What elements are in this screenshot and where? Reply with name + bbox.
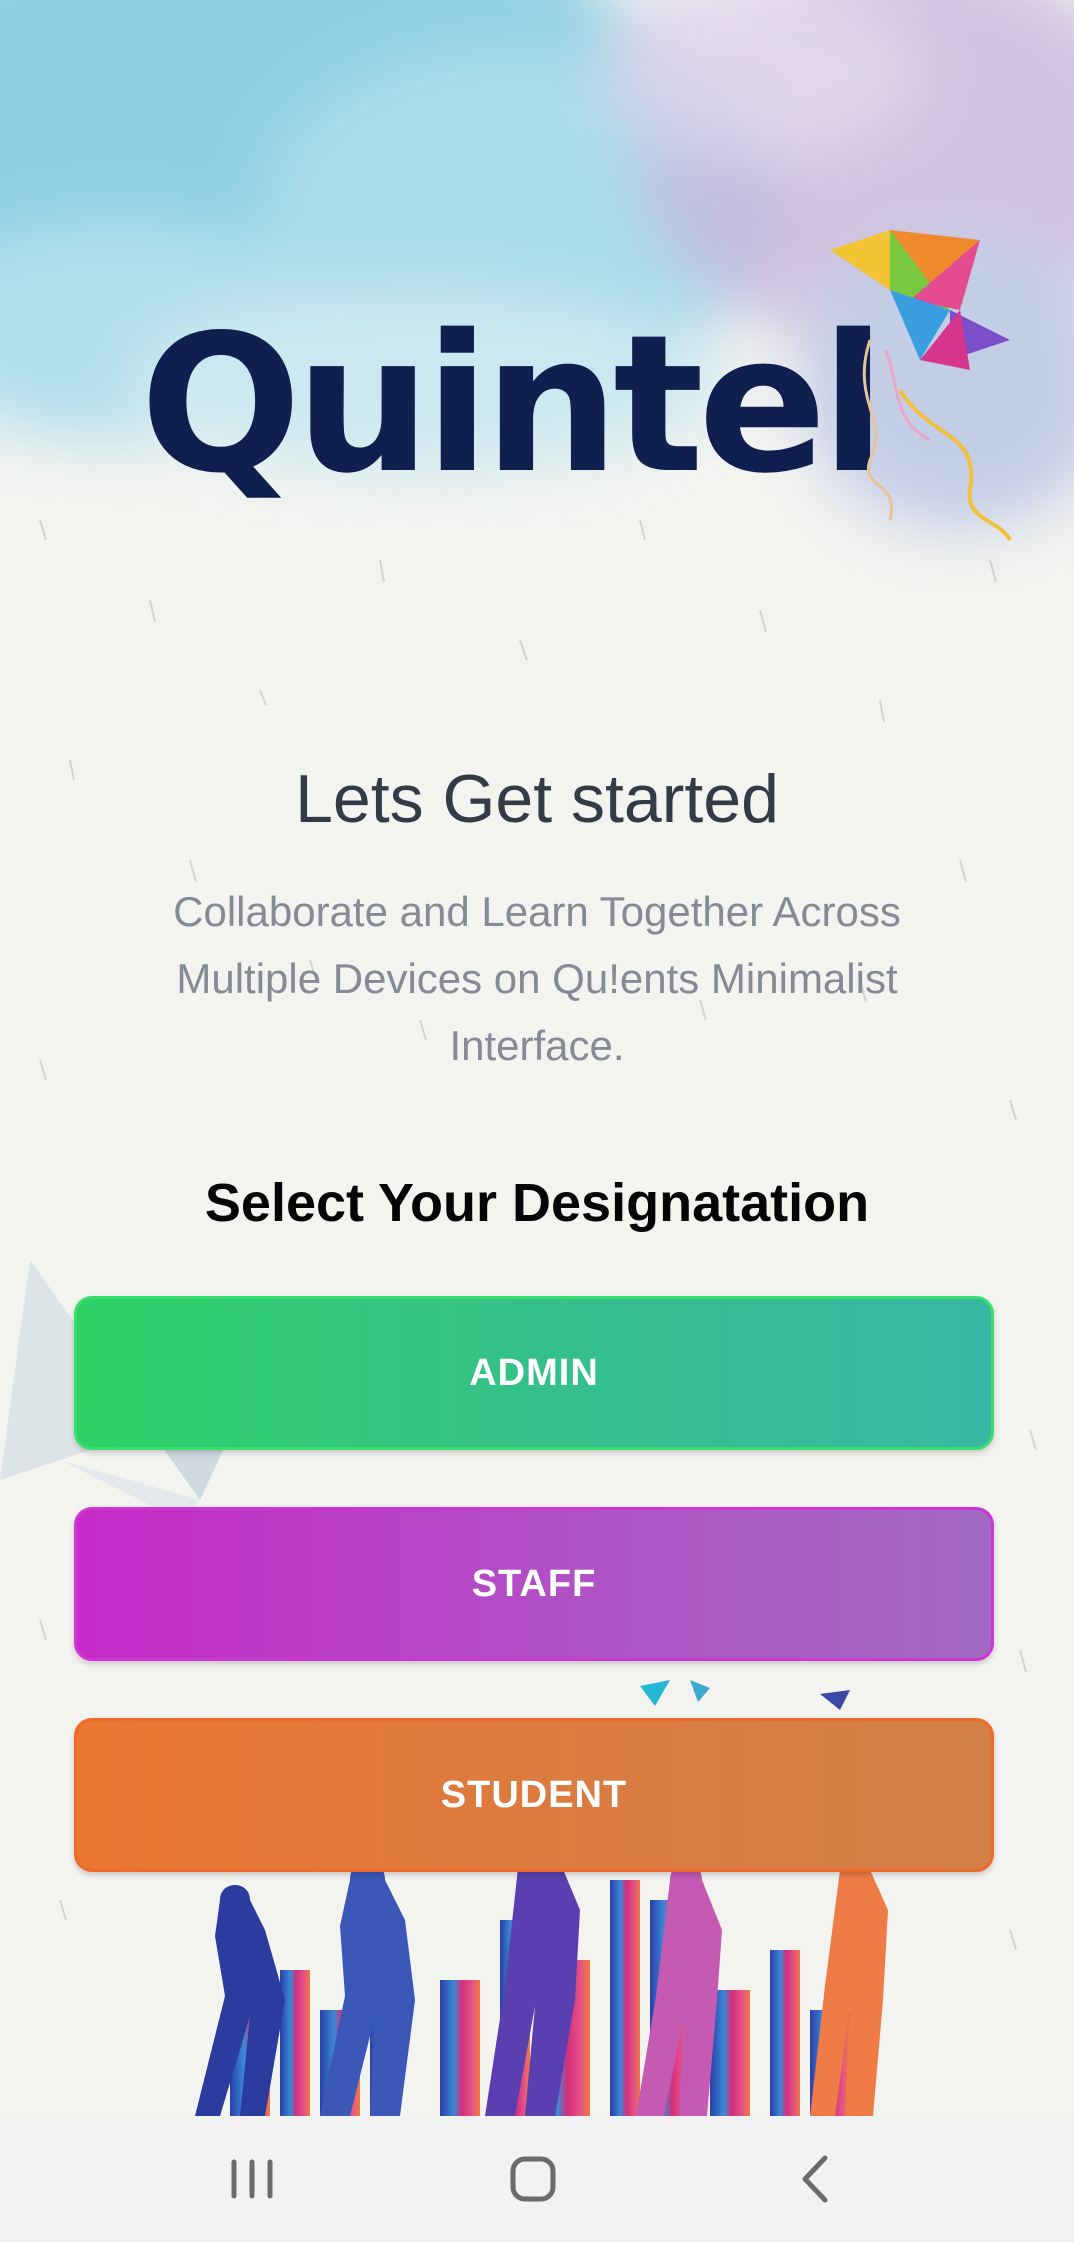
- staff-button[interactable]: STAFF: [74, 1507, 994, 1661]
- navigation-bar: [0, 2116, 1074, 2242]
- student-button[interactable]: STUDENT: [74, 1718, 994, 1872]
- origami-bird-icon: [830, 230, 1012, 542]
- home-icon[interactable]: [488, 2144, 578, 2214]
- logo-wordmark: Quintel: [140, 294, 886, 515]
- page-title: Lets Get started: [295, 761, 779, 837]
- quintel-logo: Quintel: [140, 220, 1020, 560]
- admin-button[interactable]: ADMIN: [74, 1296, 994, 1450]
- back-icon[interactable]: [770, 2144, 860, 2214]
- recent-apps-icon[interactable]: [207, 2144, 297, 2214]
- screen: Quintel Lets Get started Collaborate and…: [0, 0, 1074, 2242]
- designation-heading: Select Your Designatation: [204, 1173, 870, 1233]
- page-subtitle: Collaborate and Learn Together Across Mu…: [173, 888, 901, 1069]
